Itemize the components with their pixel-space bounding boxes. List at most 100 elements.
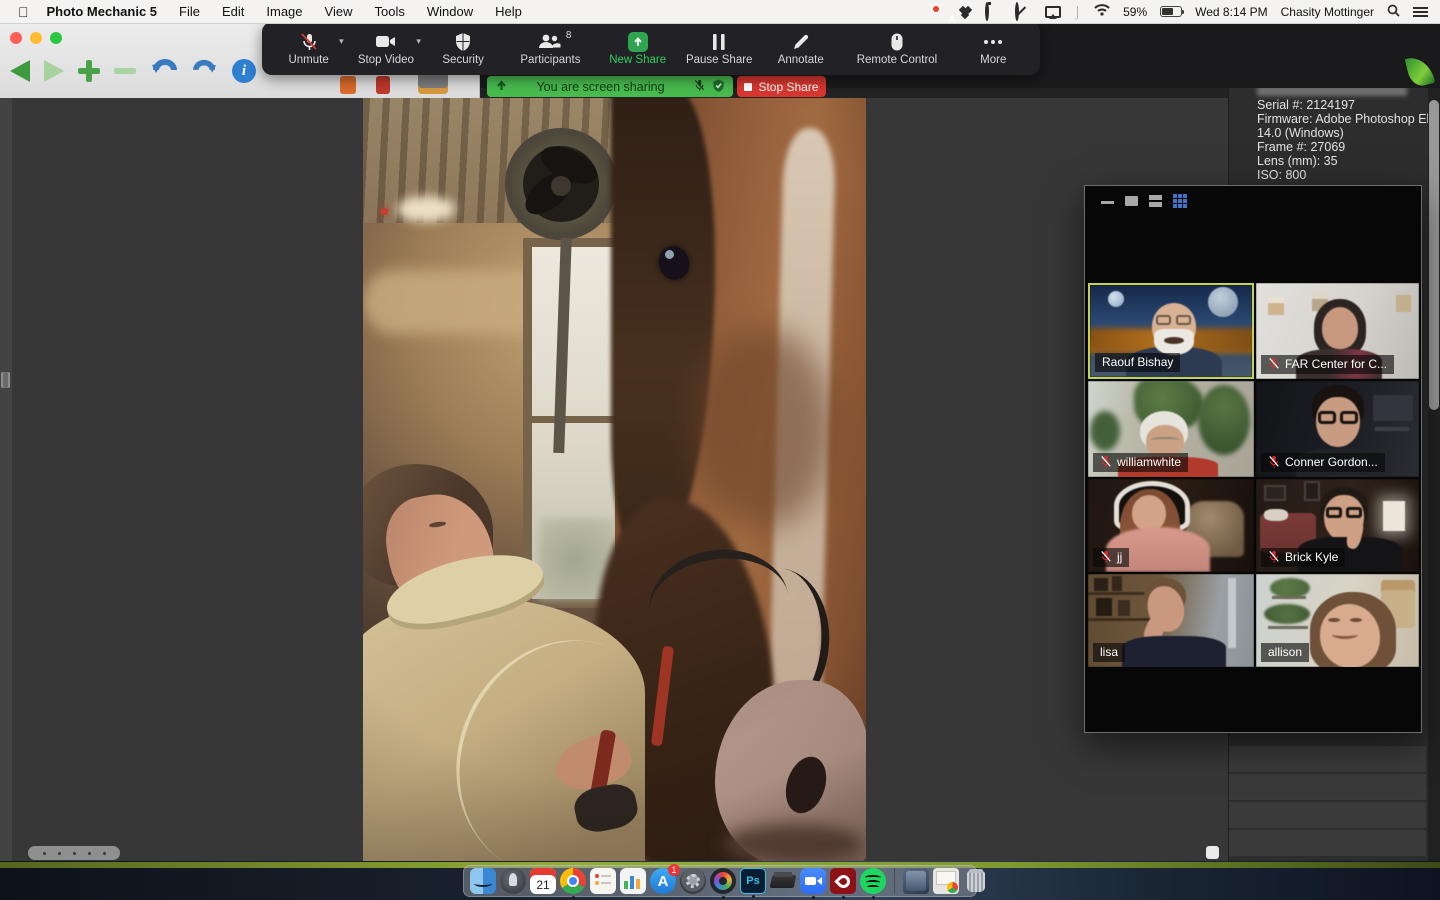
pm-trash-icon-partial[interactable] — [376, 76, 390, 94]
meta-iso: ISO: 800 — [1257, 168, 1428, 182]
window-minimize-icon[interactable] — [1101, 201, 1114, 204]
participant-name-label: Raouf Bishay — [1095, 353, 1180, 372]
strip-view-icon[interactable] — [1149, 195, 1162, 207]
unmute-button[interactable]: ▾ Unmute — [280, 32, 338, 66]
dock-item-system-preferences[interactable] — [680, 868, 706, 894]
dock-item-acrobat[interactable] — [830, 868, 856, 894]
video-tile[interactable]: allison — [1256, 574, 1419, 667]
menu-clock[interactable]: Wed 8:14 PM — [1195, 5, 1267, 19]
pause-share-button[interactable]: Pause Share — [686, 32, 753, 66]
mic-muted-icon — [1268, 550, 1280, 564]
remote-control-button[interactable]: Remote Control — [849, 32, 945, 66]
chevron-down-icon[interactable]: ▾ — [416, 36, 421, 47]
window-zoom-button[interactable] — [50, 32, 62, 44]
dock-item-documents-stack[interactable] — [933, 868, 959, 894]
mic-muted-icon — [299, 32, 319, 52]
pm-color-tool-partial[interactable] — [418, 72, 448, 94]
dock-item-app-store[interactable]: A 1 — [650, 868, 676, 894]
dock-item-photoshop[interactable]: Ps — [740, 868, 766, 894]
security-button[interactable]: Security — [434, 32, 492, 66]
pencil-icon — [791, 32, 811, 52]
share-arrow-icon — [495, 79, 508, 95]
info-button[interactable]: i — [232, 59, 256, 83]
left-panel-rail — [0, 98, 12, 861]
slash-circle-icon[interactable] — [1015, 4, 1019, 19]
video-tile[interactable]: lisa — [1088, 574, 1254, 667]
window-minimize-button[interactable] — [30, 32, 42, 44]
window-close-button[interactable] — [10, 32, 22, 44]
desktop-file-icon[interactable] — [1406, 54, 1434, 90]
meta-serial: Serial #: 2124197 — [1257, 98, 1428, 112]
dock-item-trash[interactable] — [963, 868, 989, 894]
calendar-day: 21 — [536, 877, 549, 894]
scrollbar-thumb[interactable] — [1429, 100, 1439, 410]
video-tile[interactable]: Conner Gordon... — [1256, 381, 1419, 477]
stop-video-button[interactable]: ▾ Stop Video — [357, 32, 415, 66]
panel-scrollbar[interactable] — [1428, 84, 1440, 861]
apple-menu-icon[interactable]:  — [18, 4, 29, 20]
video-tile[interactable]: Raouf Bishay — [1088, 283, 1254, 379]
previous-photo-button[interactable] — [10, 60, 30, 82]
menu-image[interactable]: Image — [266, 4, 302, 19]
menu-user[interactable]: Chasity Mottinger — [1281, 5, 1374, 19]
metadata-lines: Serial #: 2124197 Firmware: Adobe Photos… — [1257, 98, 1428, 182]
speaker-view-icon[interactable] — [1125, 196, 1138, 206]
gallery-view-grid[interactable] — [1173, 194, 1187, 208]
dock-item-downloads-stack[interactable] — [903, 868, 929, 894]
more-button[interactable]: More — [964, 32, 1022, 66]
next-photo-button[interactable] — [44, 60, 64, 82]
panel-divider-grip[interactable] — [1, 372, 10, 388]
menu-tools[interactable]: Tools — [374, 4, 404, 19]
participants-button[interactable]: 8 Participants — [511, 32, 589, 66]
share-arrow-up-icon — [628, 32, 648, 52]
screen-sharing-banner: You are screen sharing — [487, 76, 733, 97]
running-indicator — [872, 896, 875, 899]
participant-name-label: jj — [1093, 548, 1129, 567]
stop-share-button[interactable]: Stop Share — [737, 76, 826, 97]
new-share-button[interactable]: New Share — [609, 32, 667, 66]
chevron-down-icon[interactable]: ▾ — [339, 36, 344, 47]
zoom-gallery-window[interactable]: Raouf Bishay FAR Center for C... — [1084, 185, 1422, 733]
meta-firmware2: 14.0 (Windows) — [1257, 126, 1428, 140]
app-store-badge: 1 — [668, 864, 680, 876]
menu-bar:  Photo Mechanic 5 File Edit Image View … — [0, 0, 1440, 24]
zoom-in-button[interactable] — [78, 60, 100, 82]
dock-item-chrome[interactable] — [560, 868, 586, 894]
dock-item-calendar[interactable]: 21 — [530, 868, 556, 894]
display-mirroring-icon[interactable] — [1045, 6, 1061, 18]
video-tile[interactable]: Brick Kyle — [1256, 479, 1419, 572]
pm-tool-icon-partial[interactable] — [340, 76, 356, 94]
dock-item-notes[interactable] — [590, 868, 616, 894]
dock-item-finder[interactable] — [470, 868, 496, 894]
video-tile[interactable]: FAR Center for C... — [1256, 283, 1419, 379]
dock-item-launchpad[interactable] — [500, 868, 526, 894]
bluetooth-icon[interactable]: ⌡ — [1074, 5, 1081, 19]
app-menu-title[interactable]: Photo Mechanic 5 — [47, 4, 158, 19]
dropbox-icon[interactable] — [959, 5, 972, 18]
spotlight-icon[interactable] — [1387, 4, 1400, 20]
rotate-cw-button[interactable] — [192, 58, 218, 85]
video-tile[interactable]: jj — [1088, 479, 1254, 572]
menu-edit[interactable]: Edit — [222, 4, 244, 19]
control-center-icon[interactable] — [1413, 6, 1428, 17]
menu-help[interactable]: Help — [495, 4, 522, 19]
shield-icon — [454, 32, 472, 52]
zoom-out-button[interactable] — [114, 68, 136, 74]
dock-item-photo-mechanic[interactable] — [710, 868, 736, 894]
dock-item-zoom[interactable] — [800, 868, 826, 894]
pause-icon — [711, 32, 727, 52]
annotate-button[interactable]: Annotate — [772, 32, 830, 66]
dock-item-scanner[interactable] — [770, 868, 796, 894]
resize-handle[interactable] — [1206, 846, 1219, 859]
ring-icon[interactable] — [985, 4, 989, 19]
wifi-icon[interactable] — [1094, 4, 1110, 19]
preview-nav-pill[interactable] — [28, 846, 120, 860]
panel-row — [1229, 802, 1426, 828]
dock-item-numbers[interactable] — [620, 868, 646, 894]
dock-item-spotify[interactable] — [860, 868, 886, 894]
rotate-ccw-button[interactable] — [150, 57, 178, 86]
video-tile[interactable]: williamwhite — [1088, 381, 1254, 477]
menu-window[interactable]: Window — [427, 4, 473, 19]
menu-file[interactable]: File — [179, 4, 200, 19]
menu-view[interactable]: View — [325, 4, 353, 19]
